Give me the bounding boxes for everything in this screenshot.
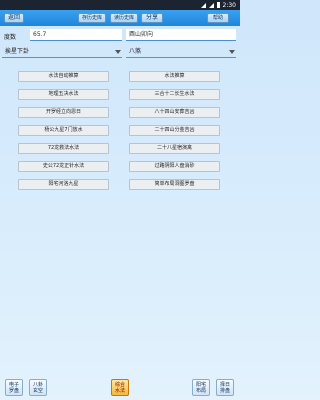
- share-button[interactable]: 分享: [141, 13, 163, 23]
- status-time: 2:30: [222, 1, 236, 9]
- layout-compass-button[interactable]: 简单布局洞图罗盘: [129, 179, 220, 190]
- save-history-button[interactable]: 存历史库: [78, 13, 106, 23]
- auto-water-calc-button[interactable]: 水法自动推算: [18, 71, 109, 82]
- wifi-icon: [208, 2, 214, 8]
- sha-underline: [126, 57, 236, 58]
- shigong-water-button[interactable]: 史公72龙正针水法: [18, 161, 109, 172]
- electronic-compass-tab[interactable]: 电子 罗盘: [5, 379, 23, 396]
- tab-label-line2: 排盘: [219, 388, 230, 394]
- degree-label: 度数: [4, 34, 17, 41]
- help-button[interactable]: 帮助: [207, 13, 229, 23]
- water-method-tab[interactable]: 综合 水法: [111, 379, 129, 396]
- dragon-72-water-button[interactable]: 72龙救法水法: [18, 143, 109, 154]
- bagua-xuankong-tab[interactable]: 八卦 玄空: [29, 379, 47, 396]
- degree-input[interactable]: 65.7: [30, 29, 122, 40]
- tab-label-line2: 玄空: [32, 388, 43, 394]
- yanggong-water-button[interactable]: 杨公九星7门放水: [18, 125, 109, 136]
- dropdown-arrow-icon: [115, 50, 121, 54]
- heluo-stars-button[interactable]: 阳宅河洛九星: [18, 179, 109, 190]
- back-button[interactable]: 返回: [4, 13, 24, 23]
- compass-day-button[interactable]: 开罗经立向恩日: [18, 107, 109, 118]
- gua-underline: [2, 57, 122, 58]
- yinyang-sha-button[interactable]: 过路阴阳人盘消砂: [129, 161, 220, 172]
- battery-icon: [216, 2, 220, 8]
- tab-label-line2: 罗盘: [8, 388, 19, 394]
- tab-label-line2: 水法: [114, 388, 125, 394]
- yangzhai-layout-tab[interactable]: 阳宅 布局: [192, 379, 210, 396]
- star-mansions-button[interactable]: 二十八星宿演禽: [129, 143, 220, 154]
- sha-select-value: 八煞: [129, 48, 142, 55]
- gua-select[interactable]: 挨星下卦: [2, 46, 122, 57]
- fenjin-fortune-button[interactable]: 二十四山分金吉凶: [129, 125, 220, 136]
- signal-icon: [200, 2, 206, 8]
- direction-underline: [126, 40, 236, 41]
- load-history-button[interactable]: 读历史库: [110, 13, 138, 23]
- gua-select-value: 挨星下卦: [5, 48, 30, 55]
- direction-field[interactable]: 酉山卯向: [126, 29, 236, 40]
- top-bar: 返回 存历史库 读历史库 分享 帮助: [0, 10, 240, 26]
- sha-select[interactable]: 八煞: [126, 46, 236, 57]
- five-rules-water-button[interactable]: 地理五决水法: [18, 89, 109, 100]
- degree-underline: [30, 40, 122, 41]
- tab-label-line2: 布局: [195, 388, 206, 394]
- water-calc-button[interactable]: 水法推算: [129, 71, 220, 82]
- status-bar: 2:30: [0, 0, 240, 10]
- sanhe-water-button[interactable]: 三合十二长生水法: [129, 89, 220, 100]
- dropdown-arrow-icon: [229, 50, 235, 54]
- burial-fortune-button[interactable]: 八十四山安葬吉凶: [129, 107, 220, 118]
- date-selection-tab[interactable]: 择日 排盘: [216, 379, 234, 396]
